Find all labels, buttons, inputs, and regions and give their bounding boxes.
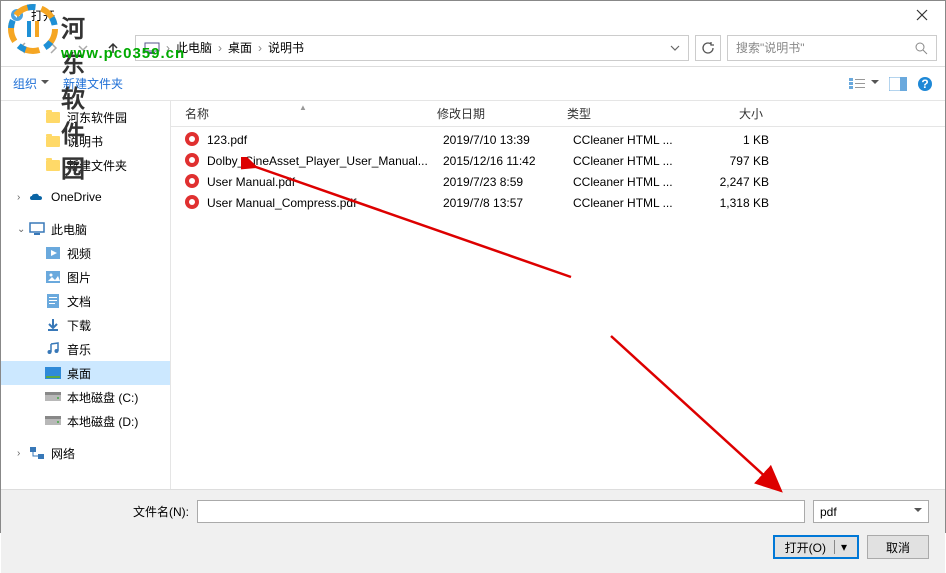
file-type-filter[interactable]: pdf (813, 500, 929, 523)
col-name[interactable]: 名称▲ (177, 105, 429, 122)
col-size[interactable]: 大小 (681, 105, 771, 122)
tree-item-drive[interactable]: 本地磁盘 (C:) (1, 385, 170, 409)
nav-history-button[interactable] (69, 34, 97, 62)
refresh-button[interactable] (695, 35, 721, 61)
tree-item-folder[interactable]: 新建文件夹 (1, 153, 170, 177)
toolbar: 组织 新建文件夹 ? (1, 67, 945, 101)
file-row[interactable]: User Manual.pdf2019/7/23 8:59CCleaner HT… (171, 171, 945, 192)
folder-icon (45, 157, 61, 173)
search-icon (914, 41, 928, 55)
window-title: 打开 (31, 7, 55, 24)
downloads-icon (45, 317, 61, 333)
pc-icon (29, 221, 45, 237)
tree-item-video[interactable]: 视频 (1, 241, 170, 265)
pics-icon (45, 269, 61, 285)
address-bar[interactable]: › 此电脑 › 桌面 › 说明书 (135, 35, 689, 61)
file-rows: 123.pdf2019/7/10 13:39CCleaner HTML ...1… (171, 127, 945, 489)
svg-text:?: ? (921, 77, 928, 91)
tree-item-docs[interactable]: 文档 (1, 289, 170, 313)
breadcrumb-sep: › (216, 41, 224, 55)
app-icon (9, 7, 25, 23)
onedrive-icon (29, 189, 45, 205)
tree-item-pics[interactable]: 图片 (1, 265, 170, 289)
tree-item-downloads[interactable]: 下载 (1, 313, 170, 337)
tree-item-drive[interactable]: 本地磁盘 (D:) (1, 409, 170, 433)
search-input[interactable]: 搜索"说明书" (727, 35, 937, 61)
preview-pane-icon (889, 77, 907, 91)
pdf-icon (185, 153, 201, 169)
tree-item-music[interactable]: 音乐 (1, 337, 170, 361)
content-area: 河东软件园说明书新建文件夹›OneDrive⌄此电脑视频图片文档下载音乐桌面本地… (1, 101, 945, 489)
arrow-left-icon (15, 40, 31, 56)
tree-item-folder[interactable]: 说明书 (1, 129, 170, 153)
refresh-icon (701, 41, 715, 55)
close-button[interactable] (899, 1, 945, 29)
help-button[interactable]: ? (917, 76, 933, 92)
tree-item-network[interactable]: ›网络 (1, 441, 170, 465)
cancel-button[interactable]: 取消 (867, 535, 929, 559)
docs-icon (45, 293, 61, 309)
music-icon (45, 341, 61, 357)
nav-up-button[interactable] (99, 34, 127, 62)
filename-label: 文件名(N): (17, 503, 197, 520)
help-icon: ? (917, 76, 933, 92)
nav-back-button[interactable] (9, 34, 37, 62)
breadcrumb-pc[interactable] (140, 36, 164, 60)
drive-icon (45, 389, 61, 405)
chevron-down-icon (871, 77, 879, 91)
chevron-down-icon (41, 77, 49, 91)
pdf-icon (185, 132, 201, 148)
column-header: 名称▲ 修改日期 类型 大小 (171, 101, 945, 127)
bottom-panel: 文件名(N): pdf 打开(O) ▾ 取消 (1, 489, 945, 573)
close-icon (916, 9, 928, 21)
organize-menu[interactable]: 组织 (13, 75, 49, 92)
open-dropdown[interactable]: ▾ (834, 540, 847, 554)
arrow-up-icon (105, 40, 121, 56)
file-row[interactable]: Dolby_CineAsset_Player_User_Manual...201… (171, 150, 945, 171)
tree-item-onedrive[interactable]: ›OneDrive (1, 185, 170, 209)
chevron-down-icon (914, 505, 922, 519)
arrow-right-icon (45, 40, 61, 56)
address-dropdown[interactable] (666, 36, 684, 60)
folder-icon (45, 109, 61, 125)
new-folder-button[interactable]: 新建文件夹 (63, 75, 123, 92)
col-type[interactable]: 类型 (559, 105, 681, 122)
pc-icon (144, 42, 160, 54)
open-button[interactable]: 打开(O) ▾ (773, 535, 859, 559)
col-date[interactable]: 修改日期 (429, 105, 559, 122)
view-list-icon (849, 77, 867, 91)
breadcrumb-item-0[interactable]: 此电脑 (172, 36, 216, 60)
folder-icon (45, 133, 61, 149)
pdf-icon (185, 174, 201, 190)
breadcrumb-sep: › (256, 41, 264, 55)
search-placeholder: 搜索"说明书" (736, 39, 914, 56)
tree-item-folder[interactable]: 河东软件园 (1, 105, 170, 129)
video-icon (45, 245, 61, 261)
nav-forward-button[interactable] (39, 34, 67, 62)
breadcrumb-item-2[interactable]: 说明书 (264, 36, 308, 60)
chevron-down-icon (78, 43, 88, 53)
view-mode-button[interactable] (849, 77, 879, 91)
filename-input[interactable] (197, 500, 805, 523)
tree-item-desktop[interactable]: 桌面 (1, 361, 170, 385)
breadcrumb-sep: › (164, 41, 172, 55)
sidebar[interactable]: 河东软件园说明书新建文件夹›OneDrive⌄此电脑视频图片文档下载音乐桌面本地… (1, 101, 171, 489)
tree-item-pc[interactable]: ⌄此电脑 (1, 217, 170, 241)
file-row[interactable]: User Manual_Compress.pdf2019/7/8 13:57CC… (171, 192, 945, 213)
file-list: 名称▲ 修改日期 类型 大小 123.pdf2019/7/10 13:39CCl… (171, 101, 945, 489)
desktop-icon (45, 365, 61, 381)
chevron-down-icon (670, 43, 680, 53)
network-icon (29, 445, 45, 461)
file-row[interactable]: 123.pdf2019/7/10 13:39CCleaner HTML ...1… (171, 129, 945, 150)
preview-pane-button[interactable] (889, 77, 907, 91)
breadcrumb-item-1[interactable]: 桌面 (224, 36, 256, 60)
navbar: › 此电脑 › 桌面 › 说明书 搜索"说明书" (1, 29, 945, 67)
pdf-icon (185, 195, 201, 211)
drive-icon (45, 413, 61, 429)
titlebar: 打开 (1, 1, 945, 29)
